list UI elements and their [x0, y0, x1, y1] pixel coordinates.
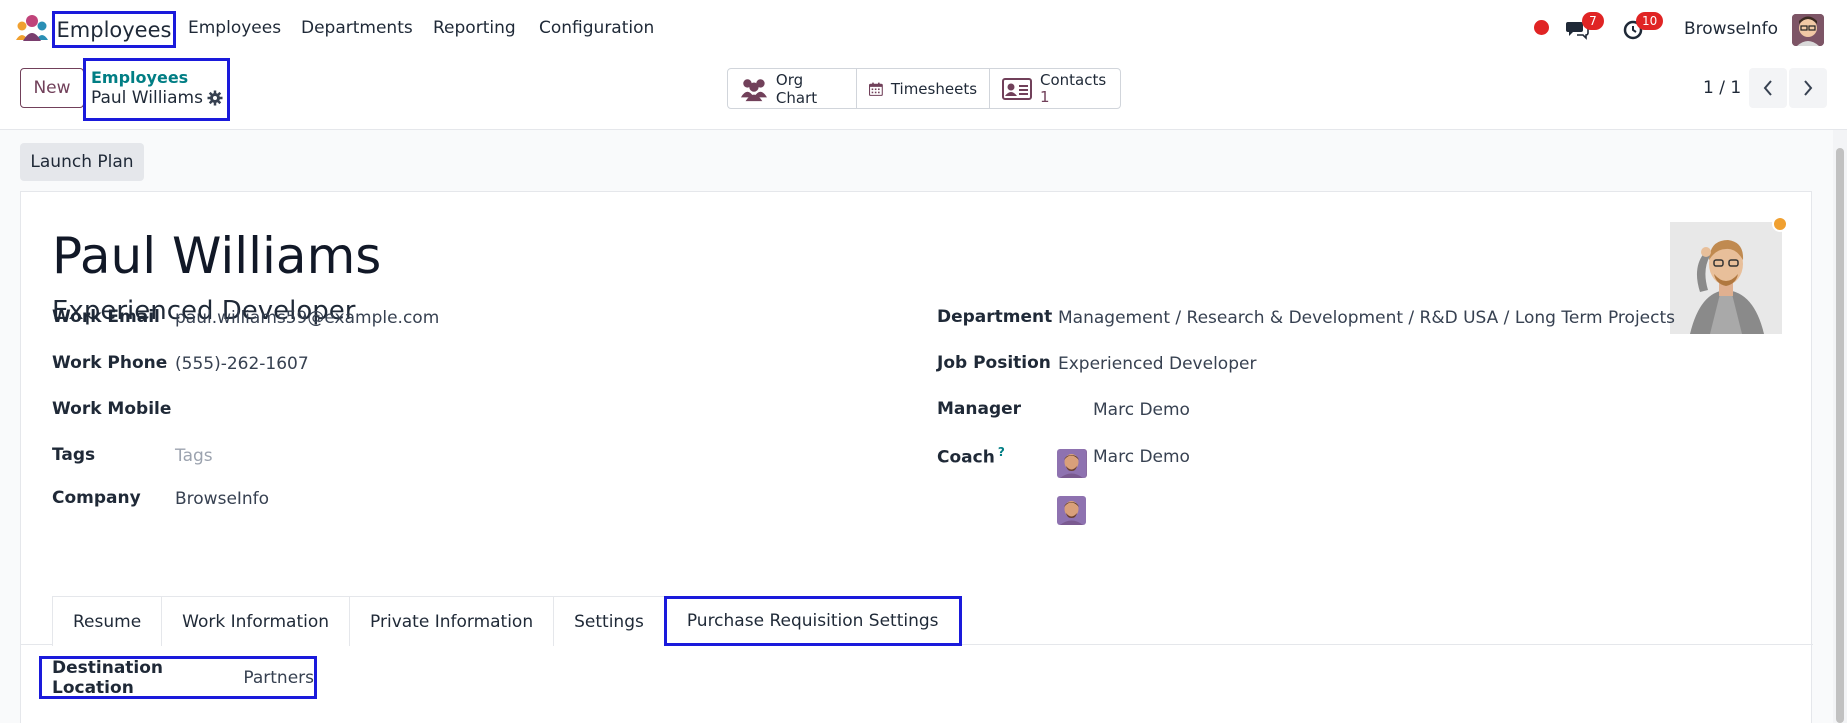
tags-input[interactable]: Tags — [175, 446, 213, 466]
tab-private-information[interactable]: Private Information — [349, 596, 555, 646]
work-phone-field[interactable]: (555)-262-1607 — [175, 354, 309, 374]
company-label: Company — [52, 488, 141, 508]
menu-configuration[interactable]: Configuration — [539, 18, 654, 38]
manager-avatar-image[interactable] — [1057, 449, 1086, 478]
tags-label: Tags — [52, 445, 96, 465]
work-mobile-field[interactable] — [175, 400, 555, 422]
tab-purchase-requisition-settings[interactable]: Purchase Requisition Settings — [663, 596, 962, 646]
tab-work-information[interactable]: Work Information — [161, 596, 351, 646]
gear-icon[interactable] — [207, 90, 223, 106]
recording-status-icon[interactable] — [1534, 20, 1549, 35]
activities-badge: 10 — [1636, 12, 1664, 30]
menu-employees[interactable]: Employees — [188, 18, 281, 38]
page-scrollbar-thumb[interactable] — [1836, 148, 1844, 723]
work-email-label: Work Email — [52, 307, 160, 327]
calendar-icon — [869, 82, 883, 96]
notebook-tabs: Resume Work Information Private Informat… — [52, 596, 962, 646]
pager-next-button[interactable] — [1789, 68, 1827, 108]
menu-departments[interactable]: Departments — [301, 18, 413, 38]
employee-photo-image — [1670, 222, 1782, 334]
pager-value[interactable]: 1 / 1 — [1703, 78, 1741, 98]
top-navbar: Employees Employees Departments Reportin… — [0, 0, 1847, 58]
destination-location-label: Destination Location — [52, 657, 164, 698]
new-button[interactable]: New — [20, 68, 84, 108]
work-phone-label: Work Phone — [52, 353, 168, 373]
coach-label: Coach — [937, 447, 995, 468]
menu-reporting[interactable]: Reporting — [433, 18, 516, 38]
destination-location-row: Destination Location Partners — [39, 656, 317, 699]
contacts-label: Contacts — [1040, 70, 1107, 89]
department-label: Department — [937, 307, 1053, 327]
work-mobile-label: Work Mobile — [52, 399, 172, 419]
pager-previous-button[interactable] — [1749, 68, 1787, 108]
destination-location-field[interactable]: Partners — [243, 668, 314, 688]
employee-name[interactable]: Paul Williams — [52, 227, 381, 285]
manager-face-icon — [1057, 449, 1086, 478]
control-panel: New Employees Paul Williams Org Chart Ti… — [0, 58, 1847, 130]
manager-field[interactable]: Marc Demo — [1093, 400, 1190, 420]
company-field[interactable]: BrowseInfo — [175, 489, 269, 509]
coach-label-wrap: Coach? — [937, 445, 1005, 468]
coach-avatar-image[interactable] — [1057, 496, 1086, 525]
tab-resume[interactable]: Resume — [52, 596, 163, 646]
presence-status-icon — [1772, 216, 1788, 232]
user-avatar-icon — [1792, 14, 1824, 46]
smart-buttons: Org Chart Timesheets Contacts 1 — [727, 68, 1121, 109]
contacts-button[interactable]: Contacts 1 — [990, 69, 1120, 108]
company-switcher[interactable]: BrowseInfo — [1684, 19, 1778, 39]
org-chart-button[interactable]: Org Chart — [728, 69, 858, 108]
tab-settings[interactable]: Settings — [553, 596, 665, 646]
timesheets-label: Timesheets — [890, 79, 978, 98]
org-chart-icon — [740, 78, 767, 101]
user-avatar[interactable] — [1792, 14, 1824, 46]
app-logo-icon[interactable] — [15, 14, 49, 42]
coach-help-icon[interactable]: ? — [998, 445, 1005, 459]
breadcrumb-employees-link[interactable]: Employees — [91, 69, 227, 87]
launch-plan-button[interactable]: Launch Plan — [20, 143, 144, 181]
breadcrumb: Employees Paul Williams — [83, 58, 230, 121]
employee-form-sheet: Paul Williams Experienced Developer Work… — [20, 191, 1813, 723]
job-position-field[interactable]: Experienced Developer — [1058, 354, 1256, 374]
timesheets-button[interactable]: Timesheets — [857, 69, 991, 108]
manager-label: Manager — [937, 399, 1022, 419]
coach-field[interactable]: Marc Demo — [1093, 447, 1190, 467]
messages-badge: 7 — [1582, 12, 1604, 30]
contact-card-icon — [1002, 77, 1033, 100]
breadcrumb-current: Paul Williams — [91, 87, 227, 109]
job-position-label: Job Position — [937, 353, 1051, 373]
chevron-left-icon — [1763, 80, 1772, 96]
chevron-right-icon — [1804, 80, 1813, 96]
contacts-count: 1 — [1040, 87, 1050, 106]
breadcrumb-current-label: Paul Williams — [91, 88, 203, 108]
app-title[interactable]: Employees — [52, 11, 176, 48]
org-chart-label: Org Chart — [775, 70, 818, 107]
employee-photo[interactable] — [1670, 222, 1782, 334]
department-field[interactable]: Management / Research & Development / R&… — [1058, 308, 1675, 328]
coach-face-icon — [1057, 496, 1086, 525]
contacts-text: Contacts 1 — [1040, 70, 1107, 106]
work-email-field[interactable]: paul.williams59@example.com — [175, 308, 439, 328]
